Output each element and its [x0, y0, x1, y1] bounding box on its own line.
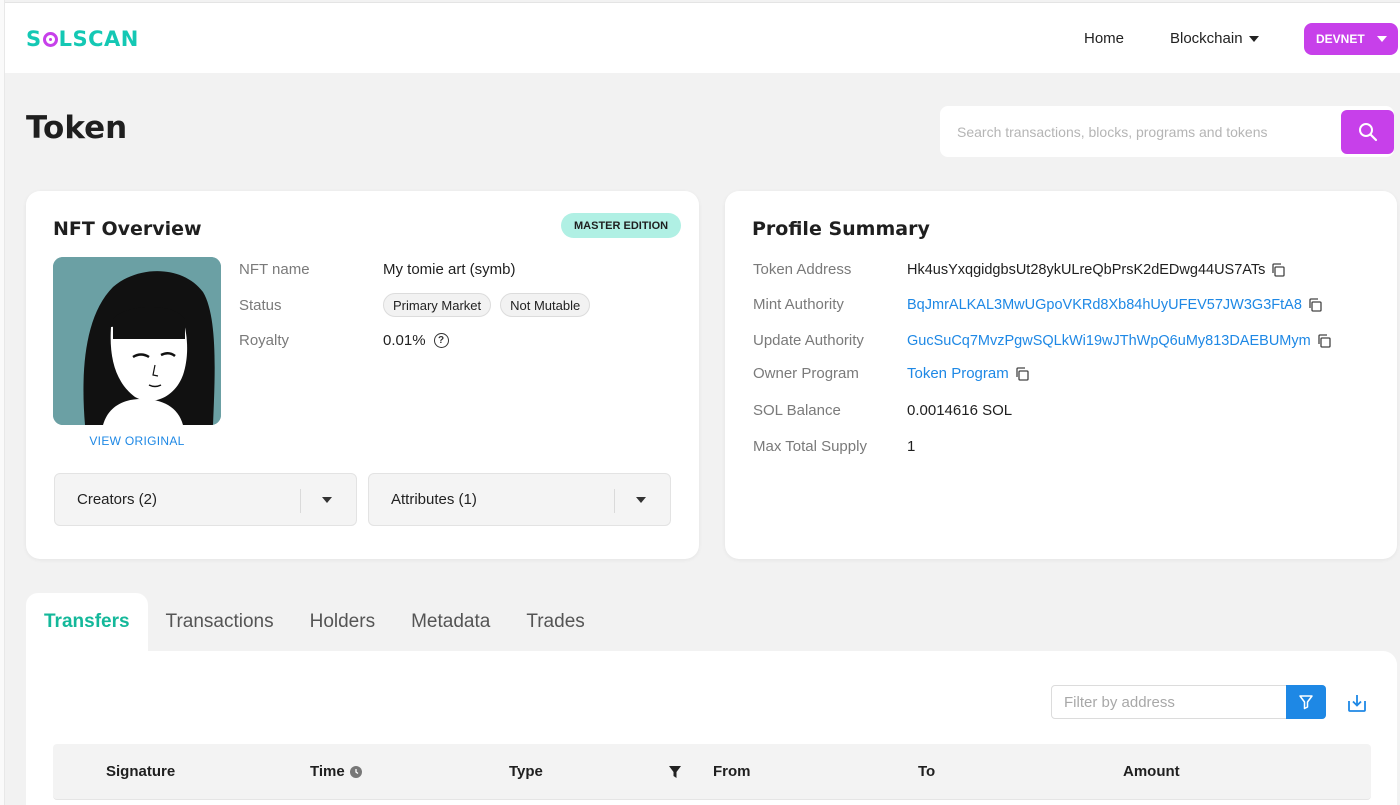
column-type-label: Type	[509, 763, 543, 780]
owner-program-label: Owner Program	[753, 365, 859, 382]
sol-balance-row: SOL Balance 0.0014616 SOL	[753, 402, 1012, 419]
status-tag: Not Mutable	[500, 293, 591, 317]
filter-button[interactable]	[1286, 685, 1326, 719]
network-label: DEVNET	[1316, 32, 1365, 46]
nft-image[interactable]	[53, 257, 221, 425]
nft-name-row: NFT name My tomie art (symb)	[239, 261, 516, 278]
attributes-label: Attributes (1)	[391, 491, 477, 508]
nft-name-value: My tomie art (symb)	[383, 261, 516, 278]
copy-icon[interactable]	[1015, 366, 1029, 381]
dropdown-divider	[614, 489, 615, 513]
clock-icon	[349, 765, 362, 778]
owner-program-row: Owner Program Token Program	[753, 365, 1029, 382]
search-icon	[1358, 123, 1377, 142]
help-icon[interactable]: ?	[433, 333, 449, 348]
download-icon[interactable]	[1346, 692, 1368, 714]
nav-home-link[interactable]: Home	[1084, 30, 1124, 47]
filter-icon	[1299, 695, 1313, 710]
filter-icon[interactable]	[669, 766, 681, 778]
tab-metadata[interactable]: Metadata	[393, 593, 508, 651]
column-time[interactable]: Time	[310, 763, 362, 780]
column-to-label: To	[918, 763, 936, 780]
max-supply-row: Max Total Supply 1	[753, 438, 915, 455]
column-amount: Amount	[1123, 763, 1180, 780]
profile-summary-card: Profile Summary Token Address Hk4usYxqgi…	[725, 191, 1397, 559]
update-authority-label: Update Authority	[753, 332, 864, 349]
tab-transfers[interactable]: Transfers	[26, 593, 148, 651]
column-signature-label: Signature	[106, 763, 176, 780]
dropdown-divider	[300, 489, 301, 513]
left-edge	[0, 0, 5, 805]
profile-summary-title: Profile Summary	[752, 218, 930, 240]
copy-icon[interactable]	[1317, 333, 1331, 348]
search-input[interactable]	[940, 106, 1340, 157]
caret-down-icon	[1376, 36, 1387, 42]
update-authority-link[interactable]: GucSuCq7MvzPgwSQLkWi19wJThWpQ6uMy813DAEB…	[907, 333, 1311, 349]
owner-program-link[interactable]: Token Program	[907, 365, 1009, 382]
column-amount-label: Amount	[1123, 763, 1180, 780]
column-to: To	[918, 763, 935, 780]
nav-blockchain-menu[interactable]: Blockchain	[1170, 30, 1259, 47]
network-selector-button[interactable]: DEVNET	[1304, 23, 1398, 55]
page-title: Token	[26, 110, 128, 146]
nft-overview-card: NFT Overview MASTER EDITION VIEW ORIGINA…	[26, 191, 699, 559]
copy-icon[interactable]	[1271, 262, 1286, 277]
master-edition-badge: MASTER EDITION	[561, 213, 682, 238]
filter-address-input[interactable]	[1052, 686, 1286, 718]
column-signature: Signature	[106, 763, 175, 780]
caret-down-icon	[1248, 35, 1259, 42]
sol-balance-value: 0.0014616 SOL	[907, 402, 1013, 419]
token-address-row: Token Address Hk4usYxqgidgbsUt28ykULreQb…	[753, 261, 1286, 278]
tab-transactions[interactable]: Transactions	[148, 593, 292, 651]
max-supply-value: 1	[907, 438, 916, 455]
status-row: Status Primary Market Not Mutable	[239, 293, 599, 317]
view-original-link[interactable]: VIEW ORIGINAL	[53, 434, 221, 448]
status-label: Status	[239, 296, 282, 314]
search-bar	[940, 106, 1394, 157]
copy-icon[interactable]	[1308, 297, 1322, 312]
nft-artwork	[53, 257, 221, 425]
tab-holders[interactable]: Holders	[292, 593, 393, 651]
nav-blockchain-label: Blockchain	[1170, 30, 1243, 47]
update-authority-row: Update Authority GucSuCq7MvzPgwSQLkWi19w…	[753, 332, 1331, 349]
max-supply-label: Max Total Supply	[753, 438, 867, 455]
nft-overview-title: NFT Overview	[53, 218, 202, 240]
royalty-value: 0.01%	[383, 332, 426, 349]
token-address-value: Hk4usYxqgidgbsUt28ykULreQbPrsK2dEDwg44US…	[907, 261, 1266, 278]
solscan-logo[interactable]: S LSCAN	[26, 27, 139, 51]
column-type: Type	[509, 763, 543, 780]
sol-balance-label: SOL Balance	[753, 402, 841, 419]
column-from-label: From	[713, 763, 751, 780]
royalty-row: Royalty 0.01% ?	[239, 332, 449, 349]
search-button[interactable]	[1341, 110, 1394, 154]
column-time-label: Time	[310, 763, 345, 780]
attributes-dropdown[interactable]: Attributes (1)	[368, 473, 671, 526]
status-tag: Primary Market	[383, 293, 492, 317]
mint-authority-label: Mint Authority	[753, 296, 844, 313]
creators-dropdown[interactable]: Creators (2)	[54, 473, 357, 526]
nft-name-label: NFT name	[239, 261, 310, 278]
caret-down-icon	[322, 497, 332, 503]
caret-down-icon	[636, 497, 646, 503]
royalty-label: Royalty	[239, 332, 290, 349]
transfers-table-header: Signature Time Type From To Amount	[53, 744, 1371, 800]
creators-label: Creators (2)	[77, 491, 158, 508]
mint-authority-link[interactable]: BqJmrALKAL3MwUGpoVKRd8Xb84hUyUFEV57JW3G3…	[907, 297, 1302, 313]
column-from: From	[713, 763, 751, 780]
token-address-label: Token Address	[753, 261, 852, 278]
top-navbar: S LSCAN Home Blockchain DEVNET	[5, 2, 1400, 73]
token-tabs: Transfers Transactions Holders Metadata …	[26, 593, 603, 651]
transfers-panel: Signature Time Type From To Amount	[26, 651, 1397, 805]
mint-authority-row: Mint Authority BqJmrALKAL3MwUGpoVKRd8Xb8…	[753, 296, 1322, 313]
tab-trades[interactable]: Trades	[508, 593, 602, 651]
address-filter	[1051, 685, 1326, 719]
